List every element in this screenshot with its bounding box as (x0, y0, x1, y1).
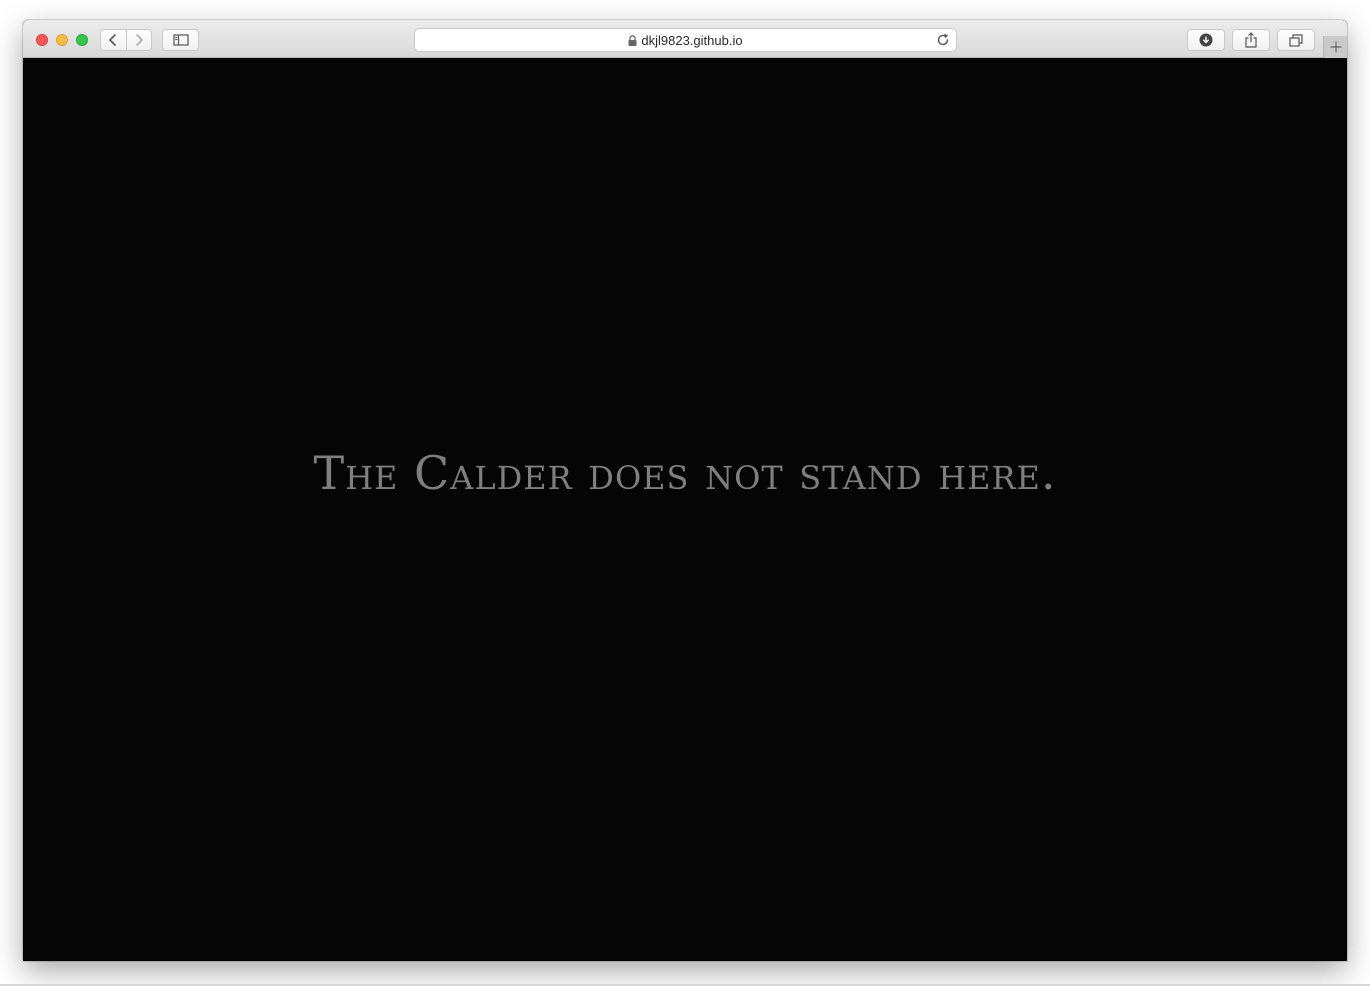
tabs-overview-button[interactable] (1277, 29, 1315, 51)
address-text: dkjl9823.github.io (641, 32, 743, 48)
back-button[interactable] (101, 30, 127, 50)
navigation-buttons (100, 29, 152, 51)
lock-icon (628, 34, 637, 46)
browser-toolbar: dkjl9823.github.io (23, 20, 1347, 58)
maximize-window-button[interactable] (76, 34, 88, 46)
page-content: The Calder does not stand here. (23, 58, 1347, 961)
chevron-left-icon (109, 34, 117, 46)
share-icon (1245, 32, 1257, 48)
sidebar-button[interactable] (162, 29, 199, 51)
desktop: dkjl9823.github.io The Calder does not s… (0, 0, 1370, 986)
browser-window: dkjl9823.github.io The Calder does not s… (23, 20, 1347, 961)
plus-icon (1330, 41, 1341, 53)
sidebar-icon (172, 34, 189, 46)
reload-icon[interactable] (936, 33, 950, 47)
share-button[interactable] (1232, 29, 1270, 51)
chevron-right-icon (135, 34, 143, 46)
downloads-button[interactable] (1187, 29, 1225, 51)
new-tab-button[interactable] (1323, 36, 1347, 58)
address-bar[interactable]: dkjl9823.github.io (414, 28, 957, 52)
close-window-button[interactable] (36, 34, 48, 46)
download-icon (1199, 33, 1213, 47)
forward-button[interactable] (127, 30, 152, 50)
address-display: dkjl9823.github.io (415, 29, 956, 51)
minimize-window-button[interactable] (56, 34, 68, 46)
page-message: The Calder does not stand here. (313, 446, 1057, 500)
tabs-icon (1289, 33, 1303, 47)
